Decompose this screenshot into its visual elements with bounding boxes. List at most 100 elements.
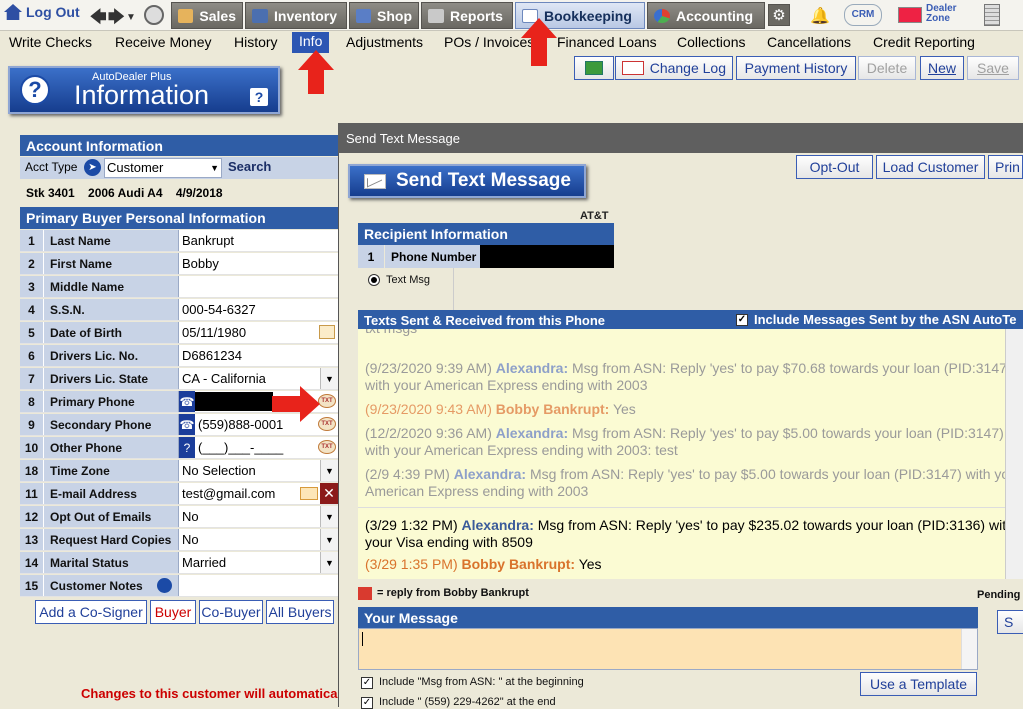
- payment-history-button[interactable]: Payment History: [736, 56, 856, 80]
- row-value[interactable]: [178, 276, 338, 297]
- row-value[interactable]: test@gmail.com ✕: [178, 483, 338, 504]
- calendar-icon[interactable]: [319, 325, 335, 339]
- chevron-down-icon[interactable]: ▼: [320, 368, 338, 389]
- recipient-phone-label: Phone Number: [385, 245, 480, 268]
- menu-cancellations[interactable]: Cancellations: [767, 34, 851, 50]
- new-button[interactable]: New: [920, 56, 964, 80]
- buyer-row: 15 Customer Notes: [20, 575, 338, 597]
- text-msg-radio[interactable]: [368, 274, 380, 286]
- row-value[interactable]: (___)___-____? TXT: [178, 437, 338, 458]
- export-icon: [585, 61, 603, 75]
- email-icon[interactable]: [300, 487, 318, 500]
- print-button[interactable]: Prin: [988, 155, 1023, 179]
- menu-receive-money[interactable]: Receive Money: [115, 34, 212, 50]
- recipient-phone-value[interactable]: [480, 245, 614, 268]
- acct-type-arrow-icon[interactable]: ➤: [84, 159, 101, 176]
- row-number: 1: [20, 230, 44, 251]
- redacted-phone: [195, 392, 273, 411]
- message-divider: [358, 507, 1023, 508]
- opt-out-button[interactable]: Opt-Out: [796, 155, 873, 179]
- save-button[interactable]: Save: [967, 56, 1019, 80]
- send-text-icon[interactable]: TXT: [318, 440, 336, 454]
- row-label: Last Name: [44, 230, 178, 251]
- forward-arrow-icon[interactable]: 🡆: [108, 6, 125, 33]
- search-button[interactable]: Search: [228, 159, 271, 174]
- send-text-icon[interactable]: TXT: [318, 394, 336, 408]
- row-value[interactable]: D6861234: [178, 345, 338, 366]
- message-scrollbar[interactable]: [1005, 329, 1023, 579]
- logout-button[interactable]: Log Out: [4, 4, 80, 20]
- buyer-button[interactable]: Buyer: [150, 600, 196, 624]
- dealer-zone-icon[interactable]: [898, 7, 922, 23]
- chevron-down-icon[interactable]: ▼: [320, 529, 338, 550]
- send-label: S: [1004, 614, 1014, 630]
- use-template-button[interactable]: Use a Template: [860, 672, 977, 696]
- information-banner: ? AutoDealer Plus Information ?: [8, 66, 280, 114]
- message-textarea[interactable]: [358, 628, 978, 670]
- row-value[interactable]: No Selection ▼: [178, 460, 338, 481]
- add-cosigner-button[interactable]: Add a Co-Signer: [35, 600, 147, 624]
- menu-adjustments[interactable]: Adjustments: [346, 34, 423, 50]
- tab-inventory[interactable]: Inventory: [245, 2, 347, 29]
- row-value[interactable]: Bankrupt: [178, 230, 338, 251]
- buyer-row: 1 Last Name Bankrupt: [20, 230, 338, 252]
- acct-type-select[interactable]: Customer ▼: [104, 158, 222, 178]
- row-label: Opt Out of Emails: [44, 506, 178, 527]
- row-value[interactable]: No ▼: [178, 529, 338, 550]
- chevron-down-icon[interactable]: ▼: [320, 552, 338, 573]
- message-time: (9/23/2020 9:39 AM): [365, 360, 492, 376]
- row-value[interactable]: 000-54-6327: [178, 299, 338, 320]
- help-button[interactable]: ?: [250, 88, 268, 106]
- tab-reports[interactable]: Reports: [421, 2, 513, 29]
- include-suffix-checkbox[interactable]: ✓: [361, 697, 373, 709]
- back-arrow-icon[interactable]: 🡄: [90, 6, 107, 33]
- calculator-icon[interactable]: [984, 4, 1000, 26]
- row-label: S.S.N.: [44, 299, 178, 320]
- all-buyers-button[interactable]: All Buyers: [266, 600, 334, 624]
- row-label: Drivers Lic. State: [44, 368, 178, 389]
- tab-accounting-label: Accounting: [676, 7, 753, 24]
- buyer-row: 3 Middle Name: [20, 276, 338, 298]
- delete-button[interactable]: Delete: [858, 56, 916, 80]
- recipient-row-number: 1: [358, 245, 384, 268]
- row-value[interactable]: No ▼: [178, 506, 338, 527]
- history-dropdown-icon[interactable]: ▼: [126, 12, 136, 23]
- load-customer-button[interactable]: Load Customer: [876, 155, 985, 179]
- export-button[interactable]: [574, 56, 614, 80]
- crm-button[interactable]: CRM: [844, 4, 882, 26]
- row-value-text: D6861234: [182, 348, 242, 363]
- include-prefix-checkbox[interactable]: ✓: [361, 677, 373, 689]
- notes-arrow-icon[interactable]: [157, 578, 172, 593]
- cobuyer-button[interactable]: Co-Buyer: [199, 600, 263, 624]
- change-log-button[interactable]: Change Log: [615, 56, 733, 80]
- textarea-scrollbar[interactable]: [961, 629, 977, 669]
- tab-accounting[interactable]: Accounting: [647, 2, 765, 29]
- chevron-down-icon[interactable]: ▼: [320, 506, 338, 527]
- menu-credit-reporting[interactable]: Credit Reporting: [873, 34, 975, 50]
- send-button[interactable]: S: [997, 610, 1023, 634]
- row-value[interactable]: Married ▼: [178, 552, 338, 573]
- bell-icon[interactable]: 🔔: [810, 6, 830, 26]
- gear-icon[interactable]: ⚙: [768, 4, 790, 26]
- row-value[interactable]: [157, 575, 338, 596]
- tab-reports-label: Reports: [450, 7, 503, 24]
- send-text-icon[interactable]: TXT: [318, 417, 336, 431]
- tab-sales[interactable]: Sales: [171, 2, 243, 29]
- row-value[interactable]: Bobby: [178, 253, 338, 274]
- landline-phone-icon: ☎: [179, 414, 195, 435]
- message-item: (2/9 4:39 PM) Alexandra: Msg from ASN: R…: [365, 466, 1023, 500]
- row-value[interactable]: 05/11/1980: [178, 322, 338, 343]
- menu-collections[interactable]: Collections: [677, 34, 745, 50]
- user-profile-icon[interactable]: [144, 5, 164, 25]
- clear-email-icon[interactable]: ✕: [320, 483, 338, 504]
- chevron-down-icon[interactable]: ▼: [320, 460, 338, 481]
- menu-write-checks[interactable]: Write Checks: [9, 34, 92, 50]
- dealer-zone-link[interactable]: Dealer Zone: [926, 4, 966, 24]
- menu-financed-loans[interactable]: Financed Loans: [557, 34, 657, 50]
- tab-shop[interactable]: Shop: [349, 2, 419, 29]
- dealer-zone-label: Dealer Zone: [926, 3, 957, 24]
- row-label: Time Zone: [44, 460, 178, 481]
- texts-header: Texts Sent & Received from this Phone ✓ …: [358, 310, 1023, 330]
- menu-history[interactable]: History: [234, 34, 278, 50]
- include-asn-checkbox[interactable]: ✓: [736, 314, 748, 326]
